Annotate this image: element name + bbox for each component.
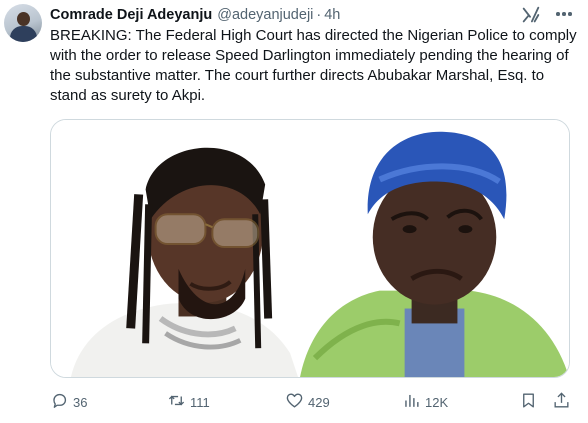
like-button[interactable]: 429 (285, 388, 330, 416)
tweet-text: BREAKING: The Federal High Court has dir… (50, 27, 577, 104)
bookmark-button[interactable] (519, 388, 538, 416)
reply-count: 36 (73, 394, 88, 410)
author-avatar[interactable] (4, 4, 42, 42)
repost-count: 111 (190, 394, 210, 410)
share-button[interactable] (552, 388, 571, 416)
tweet[interactable]: Comrade Deji Adeyanju @adeyanjudeji · 4h… (0, 0, 588, 423)
more-icon[interactable] (552, 3, 576, 25)
like-icon (285, 391, 304, 413)
like-count: 429 (308, 394, 330, 410)
repost-icon (167, 391, 186, 413)
tweet-header: Comrade Deji Adeyanju @adeyanjudeji · 4h (50, 6, 340, 24)
reply-button[interactable]: 36 (50, 388, 87, 416)
media-photo (51, 120, 569, 377)
avatar-head (17, 12, 30, 26)
reply-icon (50, 391, 69, 413)
bookmark-icon (519, 391, 538, 413)
avatar-body (10, 26, 37, 42)
views-count: 12K (425, 394, 449, 410)
grok-icon[interactable] (520, 4, 542, 26)
tweet-time[interactable]: 4h (324, 7, 340, 23)
views-icon (402, 391, 421, 413)
repost-button[interactable]: 111 (167, 388, 210, 416)
views-button[interactable]: 12K (402, 388, 448, 416)
action-bar: 36 111 429 12K (50, 388, 580, 416)
tweet-media[interactable] (50, 119, 570, 378)
author-name[interactable]: Comrade Deji Adeyanju (50, 7, 212, 23)
author-handle[interactable]: @adeyanjudeji (217, 7, 313, 23)
share-icon (552, 391, 571, 413)
separator-dot: · (316, 7, 322, 23)
